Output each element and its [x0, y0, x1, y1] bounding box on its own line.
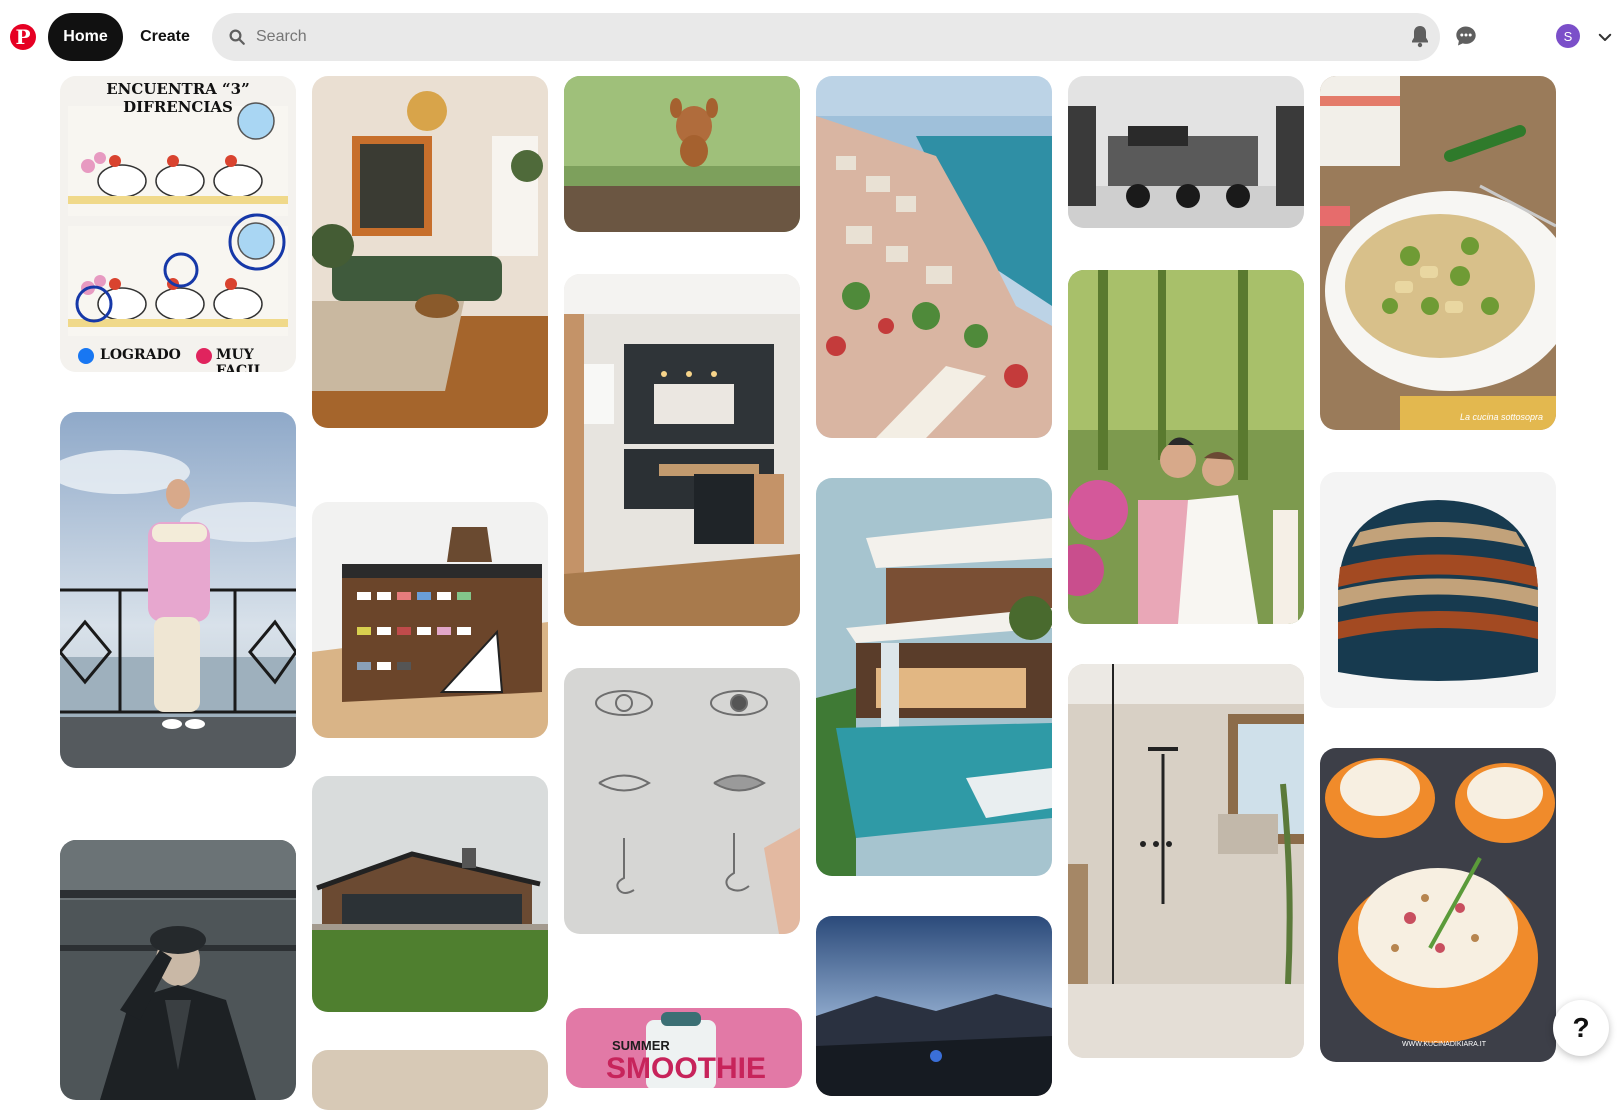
knit-hat-image — [1320, 472, 1556, 708]
jumping-dog-image — [564, 76, 800, 232]
pin-summer-smoothie[interactable]: SUMMER SMOOTHIE — [566, 1008, 802, 1088]
puzzle-title: ENCUENTRA “3” DIFRENCIAS — [106, 80, 250, 116]
wedding-couple-image — [1068, 270, 1304, 624]
top-navigation-bar: P Home Create S — [0, 0, 1624, 74]
fashion-outfit-image — [60, 412, 296, 768]
pin-peaky-blinders[interactable] — [60, 840, 296, 1100]
puzzle-right-tag: MUY FACIL — [216, 347, 264, 372]
pin-living-room[interactable] — [312, 76, 548, 428]
pin-partial-col2[interactable] — [312, 1050, 548, 1110]
pin-luxury-villa[interactable] — [816, 478, 1052, 876]
apricot-watermark: WWW.KUCINADIKIARA.IT — [1402, 1041, 1486, 1048]
vintage-vehicle-image — [1068, 76, 1304, 228]
pin-modern-house[interactable] — [312, 776, 548, 1012]
user-avatar[interactable]: S — [1556, 24, 1580, 48]
pin-bathroom-shower[interactable] — [1068, 664, 1304, 1058]
bathroom-shower-image — [1068, 664, 1304, 1058]
pin-pasta-dish[interactable]: La cucina sottosopra — [1320, 76, 1556, 430]
pinterest-logo-icon[interactable]: P — [10, 24, 36, 50]
sunset-landscape-image — [816, 916, 1052, 1096]
search-bar[interactable] — [212, 13, 1440, 61]
smoothie-text-top: SUMMER — [612, 1038, 670, 1053]
pin-jumping-dog[interactable] — [564, 76, 800, 232]
search-icon — [229, 29, 245, 45]
search-input[interactable] — [254, 27, 1408, 47]
pin-shoe-rack[interactable] — [312, 502, 548, 738]
peaky-blinders-image — [60, 840, 296, 1100]
puzzle-left-tag: LOGRADO — [100, 347, 181, 363]
pasta-watermark: La cucina sottosopra — [1460, 412, 1544, 422]
luxury-villa-image — [816, 478, 1052, 876]
smoothie-text-bottom: SMOOTHIE — [606, 1052, 767, 1085]
shoe-rack-image — [312, 502, 548, 738]
pin-fashion-outfit[interactable] — [60, 412, 296, 768]
create-button[interactable]: Create — [130, 13, 200, 61]
pin-kitchen[interactable] — [564, 274, 800, 626]
living-room-image — [312, 76, 548, 428]
kitchen-image — [564, 274, 800, 626]
apricot-appetizer-image — [1320, 748, 1556, 1062]
messages-icon[interactable] — [1452, 22, 1480, 50]
help-button[interactable]: ? — [1553, 1000, 1609, 1056]
face-sketches-image — [564, 668, 800, 934]
pin-coastal-painting[interactable] — [816, 76, 1052, 438]
spot-the-difference-image — [60, 76, 296, 372]
pin-vintage-vehicle-photo[interactable] — [1068, 76, 1304, 228]
pin-wedding-couple[interactable] — [1068, 270, 1304, 624]
pin-knit-hat[interactable] — [1320, 472, 1556, 708]
pin-spot-the-difference[interactable]: ENCUENTRA “3” DIFRENCIAS LOGRADO MUY FAC… — [60, 76, 296, 372]
coastal-painting-image — [816, 76, 1052, 438]
pin-face-sketches[interactable] — [564, 668, 800, 934]
home-button[interactable]: Home — [48, 13, 123, 61]
notifications-bell-icon[interactable] — [1406, 22, 1434, 50]
modern-house-image — [312, 776, 548, 1012]
chevron-down-icon[interactable] — [1596, 28, 1614, 46]
pin-sunset-landscape[interactable] — [816, 916, 1052, 1096]
pin-apricot-appetizer[interactable]: WWW.KUCINADIKIARA.IT — [1320, 748, 1556, 1062]
pasta-dish-image — [1320, 76, 1556, 430]
